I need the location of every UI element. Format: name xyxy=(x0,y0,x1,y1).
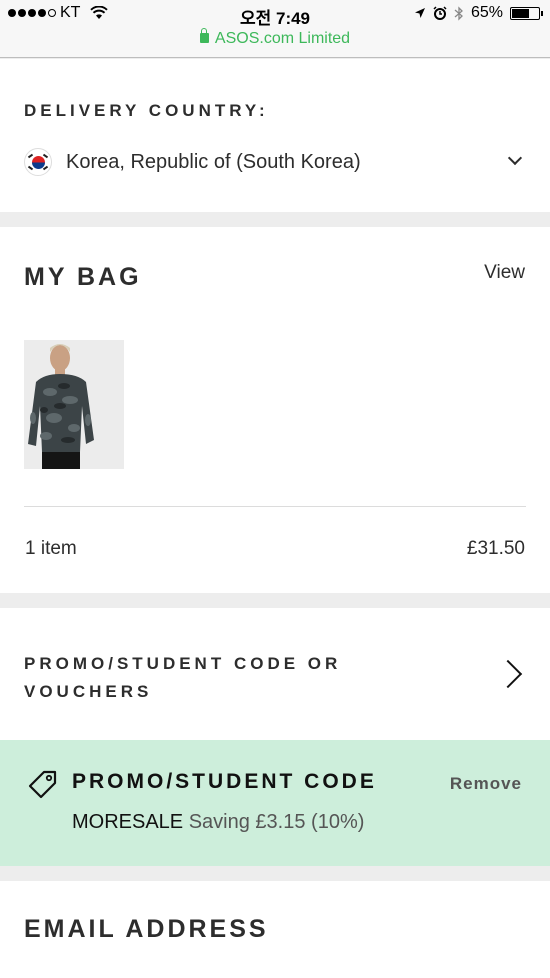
applied-code-title: PROMO/STUDENT CODE xyxy=(72,770,377,793)
applied-code-details: MORESALE Saving £3.15 (10%) xyxy=(72,811,364,834)
remove-code-button[interactable]: Remove xyxy=(450,774,522,794)
delivery-country-heading: DELIVERY COUNTRY: xyxy=(24,101,269,120)
chevron-down-icon[interactable] xyxy=(507,150,523,166)
location-arrow-icon xyxy=(414,8,425,18)
promo-code-value: MORESALE xyxy=(72,811,184,833)
applied-promo-code: PROMO/STUDENT CODE Remove MORESALE Savin… xyxy=(0,740,550,866)
promo-saving: Saving £3.15 (10%) xyxy=(188,811,365,833)
product-thumbnail[interactable] xyxy=(24,340,124,469)
lock-icon xyxy=(199,28,209,43)
battery-icon xyxy=(510,6,543,20)
delivery-country-section: DELIVERY COUNTRY: Korea, Republic of (So… xyxy=(0,59,550,212)
country-select[interactable]: Korea, Republic of (South Korea) xyxy=(24,147,523,177)
promo-code-row[interactable]: PROMO/STUDENT CODE OR VOUCHERS xyxy=(0,608,550,740)
product-image xyxy=(24,340,124,469)
selected-country: Korea, Republic of (South Korea) xyxy=(66,150,361,173)
south-korea-flag-icon xyxy=(24,148,52,176)
alarm-icon xyxy=(433,6,447,20)
promo-code-heading: PROMO/STUDENT CODE OR VOUCHERS xyxy=(24,654,342,701)
bag-total: £31.50 xyxy=(466,538,525,559)
tag-icon xyxy=(28,770,57,799)
view-bag-link[interactable]: View xyxy=(484,262,525,284)
my-bag-section: MY BAG View 1 item £31.50 xyxy=(0,227,550,593)
bag-item-count: 1 item xyxy=(25,538,77,559)
bluetooth-icon xyxy=(454,5,463,21)
battery-percent: 65% xyxy=(470,4,503,21)
browser-status-bar: KT 오전 7:49 65% ASOS.com Limited xyxy=(0,0,550,58)
url-text: ASOS.com Limited xyxy=(214,30,351,47)
bag-divider xyxy=(24,506,526,507)
email-address-section: EMAIL ADDRESS xyxy=(0,881,550,978)
chevron-right-icon[interactable] xyxy=(493,659,523,689)
my-bag-heading: MY BAG xyxy=(24,263,142,291)
email-address-heading: EMAIL ADDRESS xyxy=(24,915,269,943)
url-bar[interactable]: ASOS.com Limited xyxy=(0,28,550,48)
